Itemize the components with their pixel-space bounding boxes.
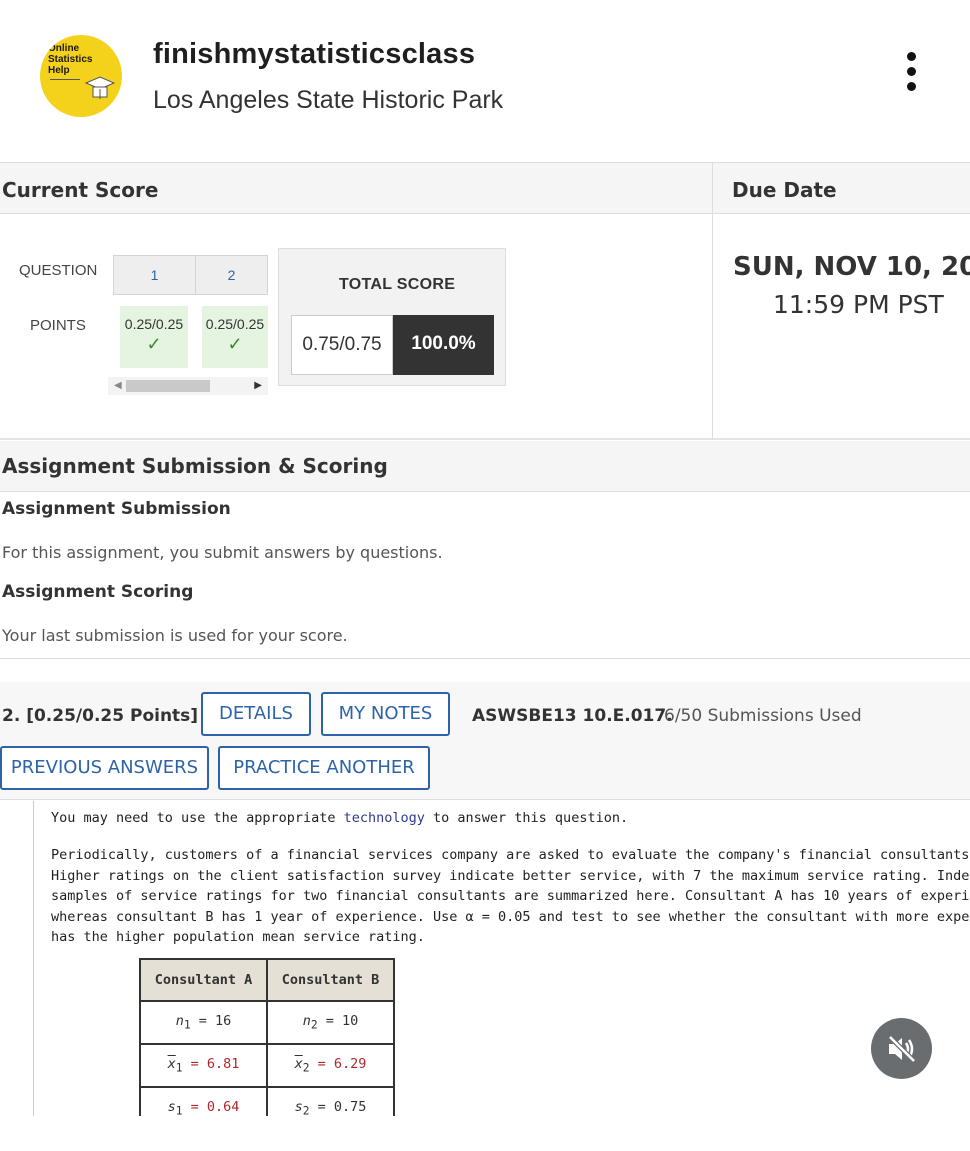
total-score-label: TOTAL SCORE bbox=[339, 276, 456, 293]
assignment-section-title: Assignment Submission & Scoring bbox=[2, 454, 388, 478]
table-row: s1 = 0.64 s2 = 0.75 bbox=[139, 1086, 395, 1116]
table-header-consultant-a: Consultant A bbox=[139, 958, 268, 1002]
score-panel: QUESTION POINTS 1 2 0.25/0.25 ✓ 0.25/0.2… bbox=[0, 214, 970, 440]
n1-cell: n1 = 16 bbox=[139, 1000, 268, 1045]
due-date-value: SUN, NOV 10, 2024 bbox=[733, 252, 970, 282]
horizontal-scrollbar[interactable]: ◀ ▶ bbox=[108, 377, 268, 395]
question-2-points-value: 0.25/0.25 bbox=[205, 316, 265, 332]
current-score-title: Current Score bbox=[2, 178, 159, 202]
score-header-bar: Current Score Due Date bbox=[0, 162, 970, 215]
total-score-value: 0.75/0.75 bbox=[291, 315, 393, 375]
question-row-label: QUESTION bbox=[19, 262, 98, 279]
more-options-icon[interactable] bbox=[898, 52, 924, 102]
assignment-section-header: Assignment Submission & Scoring bbox=[0, 441, 970, 492]
x2-cell: x2 = 6.29 bbox=[266, 1043, 395, 1088]
paragraph-line: has the higher population mean service r… bbox=[51, 929, 425, 945]
intro-text-after: to answer this question. bbox=[424, 810, 629, 826]
column-divider bbox=[712, 163, 713, 215]
scroll-left-icon[interactable]: ◀ bbox=[114, 380, 122, 391]
graduation-cap-icon bbox=[84, 76, 116, 99]
question-body: You may need to use the appropriate tech… bbox=[33, 801, 970, 1116]
question-code: ASWSBE13 10.E.017. bbox=[472, 706, 673, 726]
question-toolbar: 2. [0.25/0.25 Points] DETAILS MY NOTES A… bbox=[0, 682, 970, 800]
scroll-right-icon[interactable]: ▶ bbox=[254, 380, 262, 391]
s1-cell: s1 = 0.64 bbox=[139, 1086, 268, 1116]
x2-value: = 6.29 bbox=[317, 1056, 367, 1073]
points-row-label: POINTS bbox=[30, 317, 86, 334]
n1-value: = 16 bbox=[198, 1013, 232, 1030]
table-row: n1 = 16 n2 = 10 bbox=[139, 1000, 395, 1045]
scoring-text: Your last submission is used for your sc… bbox=[2, 626, 348, 645]
submissions-used: 6/50 Submissions Used bbox=[664, 706, 862, 726]
table-header-consultant-b: Consultant B bbox=[266, 958, 395, 1002]
previous-answers-button[interactable]: PREVIOUS ANSWERS bbox=[0, 746, 209, 790]
paragraph-line: Periodically, customers of a financial s… bbox=[51, 847, 970, 863]
submission-text: For this assignment, you submit answers … bbox=[2, 543, 443, 562]
n2-cell: n2 = 10 bbox=[266, 1000, 395, 1045]
scoring-heading: Assignment Scoring bbox=[2, 582, 194, 602]
avatar-logo-text: Online Statistics Help bbox=[48, 43, 93, 76]
question-1-points-value: 0.25/0.25 bbox=[124, 316, 184, 332]
paragraph-line: samples of service ratings for two finan… bbox=[51, 888, 970, 904]
question-1-points: 0.25/0.25 ✓ bbox=[120, 306, 188, 368]
question-1-link[interactable]: 1 bbox=[113, 255, 196, 295]
avatar-logo-line bbox=[50, 79, 80, 80]
due-date-title: Due Date bbox=[732, 178, 837, 202]
intro-text-before: You may need to use the appropriate bbox=[51, 810, 344, 826]
s1-value: = 0.64 bbox=[190, 1099, 240, 1116]
x1-value: = 6.81 bbox=[190, 1056, 240, 1073]
paragraph-line: whereas consultant B has 1 year of exper… bbox=[51, 908, 970, 925]
table-row: x1 = 6.81 x2 = 6.29 bbox=[139, 1043, 395, 1088]
question-number-points: 2. [0.25/0.25 Points] bbox=[2, 706, 199, 726]
my-notes-button[interactable]: MY NOTES bbox=[321, 692, 450, 736]
submission-heading: Assignment Submission bbox=[2, 499, 231, 519]
question-intro: You may need to use the appropriate tech… bbox=[51, 810, 628, 826]
account-avatar[interactable]: Online Statistics Help bbox=[40, 35, 122, 117]
question-2-points: 0.25/0.25 ✓ bbox=[202, 306, 268, 368]
question-2-link[interactable]: 2 bbox=[195, 255, 268, 295]
s2-cell: s2 = 0.75 bbox=[266, 1086, 395, 1116]
check-icon: ✓ bbox=[227, 334, 243, 354]
due-time-value: 11:59 PM PST bbox=[773, 290, 944, 319]
total-score-percent: 100.0% bbox=[393, 315, 494, 375]
details-button[interactable]: DETAILS bbox=[201, 692, 311, 736]
technology-link[interactable]: technology bbox=[344, 810, 425, 826]
consultant-data-table: Consultant A Consultant B n1 = 16 n2 = 1… bbox=[139, 958, 395, 1116]
account-name[interactable]: finishmystatisticsclass bbox=[153, 38, 475, 71]
n2-value: = 10 bbox=[325, 1013, 359, 1030]
mute-button[interactable] bbox=[871, 1018, 932, 1079]
s2-value: = 0.75 bbox=[317, 1099, 367, 1116]
section-divider bbox=[0, 658, 970, 659]
total-score-box: TOTAL SCORE 0.75/0.75 100.0% bbox=[278, 248, 506, 386]
post-location[interactable]: Los Angeles State Historic Park bbox=[153, 86, 503, 115]
column-divider bbox=[712, 214, 713, 440]
practice-another-button[interactable]: PRACTICE ANOTHER bbox=[218, 746, 430, 790]
post-header: Online Statistics Help finishmystatistic… bbox=[0, 0, 970, 162]
x1-cell: x1 = 6.81 bbox=[139, 1043, 268, 1088]
question-paragraph: Periodically, customers of a financial s… bbox=[51, 845, 970, 948]
paragraph-line: Higher ratings on the client satisfactio… bbox=[51, 867, 970, 884]
check-icon: ✓ bbox=[146, 334, 162, 354]
speaker-muted-icon bbox=[888, 1035, 916, 1063]
scrollbar-thumb[interactable] bbox=[126, 380, 210, 392]
